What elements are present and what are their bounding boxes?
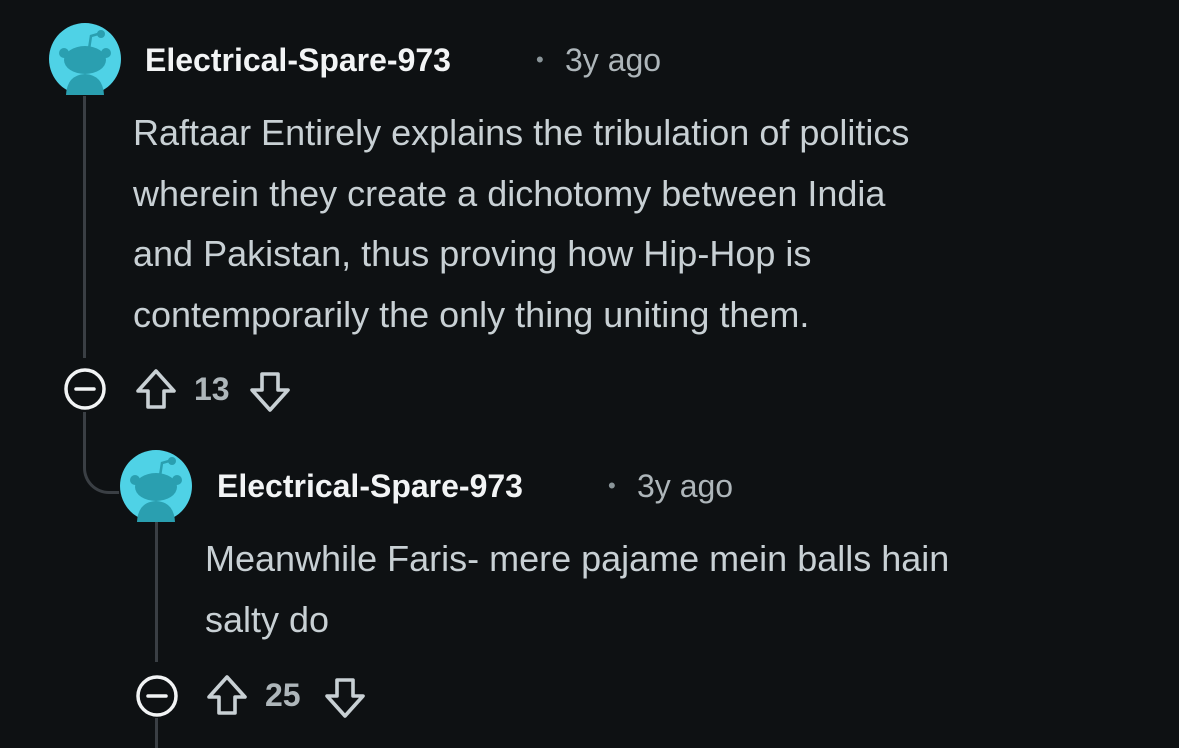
meta-separator: • xyxy=(608,473,616,498)
thread-line xyxy=(83,96,86,358)
upvote-arrow-icon[interactable] xyxy=(205,673,249,717)
comment-timestamp[interactable]: 3y ago xyxy=(565,40,661,80)
vote-count: 25 xyxy=(265,677,301,713)
downvote-arrow-icon[interactable] xyxy=(323,676,367,720)
thread-line xyxy=(83,412,86,442)
collapse-minus-icon[interactable] xyxy=(135,674,179,718)
comment-timestamp[interactable]: 3y ago xyxy=(637,466,733,506)
comment-body: Raftaar Entirely explains the tribulatio… xyxy=(133,112,910,335)
thread-connector xyxy=(83,440,119,494)
snoo-avatar-icon[interactable] xyxy=(120,450,192,522)
meta-separator: • xyxy=(536,47,544,72)
downvote-arrow-icon[interactable] xyxy=(248,370,292,414)
comment-body: Meanwhile Faris- mere pajame mein balls … xyxy=(205,538,950,640)
thread-line xyxy=(155,522,158,662)
snoo-avatar-icon[interactable] xyxy=(49,23,121,95)
upvote-arrow-icon[interactable] xyxy=(134,367,178,411)
comment-author[interactable]: Electrical-Spare-973 xyxy=(145,40,451,80)
collapse-minus-icon[interactable] xyxy=(63,367,107,411)
vote-count: 13 xyxy=(194,371,230,407)
comment-author[interactable]: Electrical-Spare-973 xyxy=(217,466,523,506)
thread-line xyxy=(155,718,158,748)
